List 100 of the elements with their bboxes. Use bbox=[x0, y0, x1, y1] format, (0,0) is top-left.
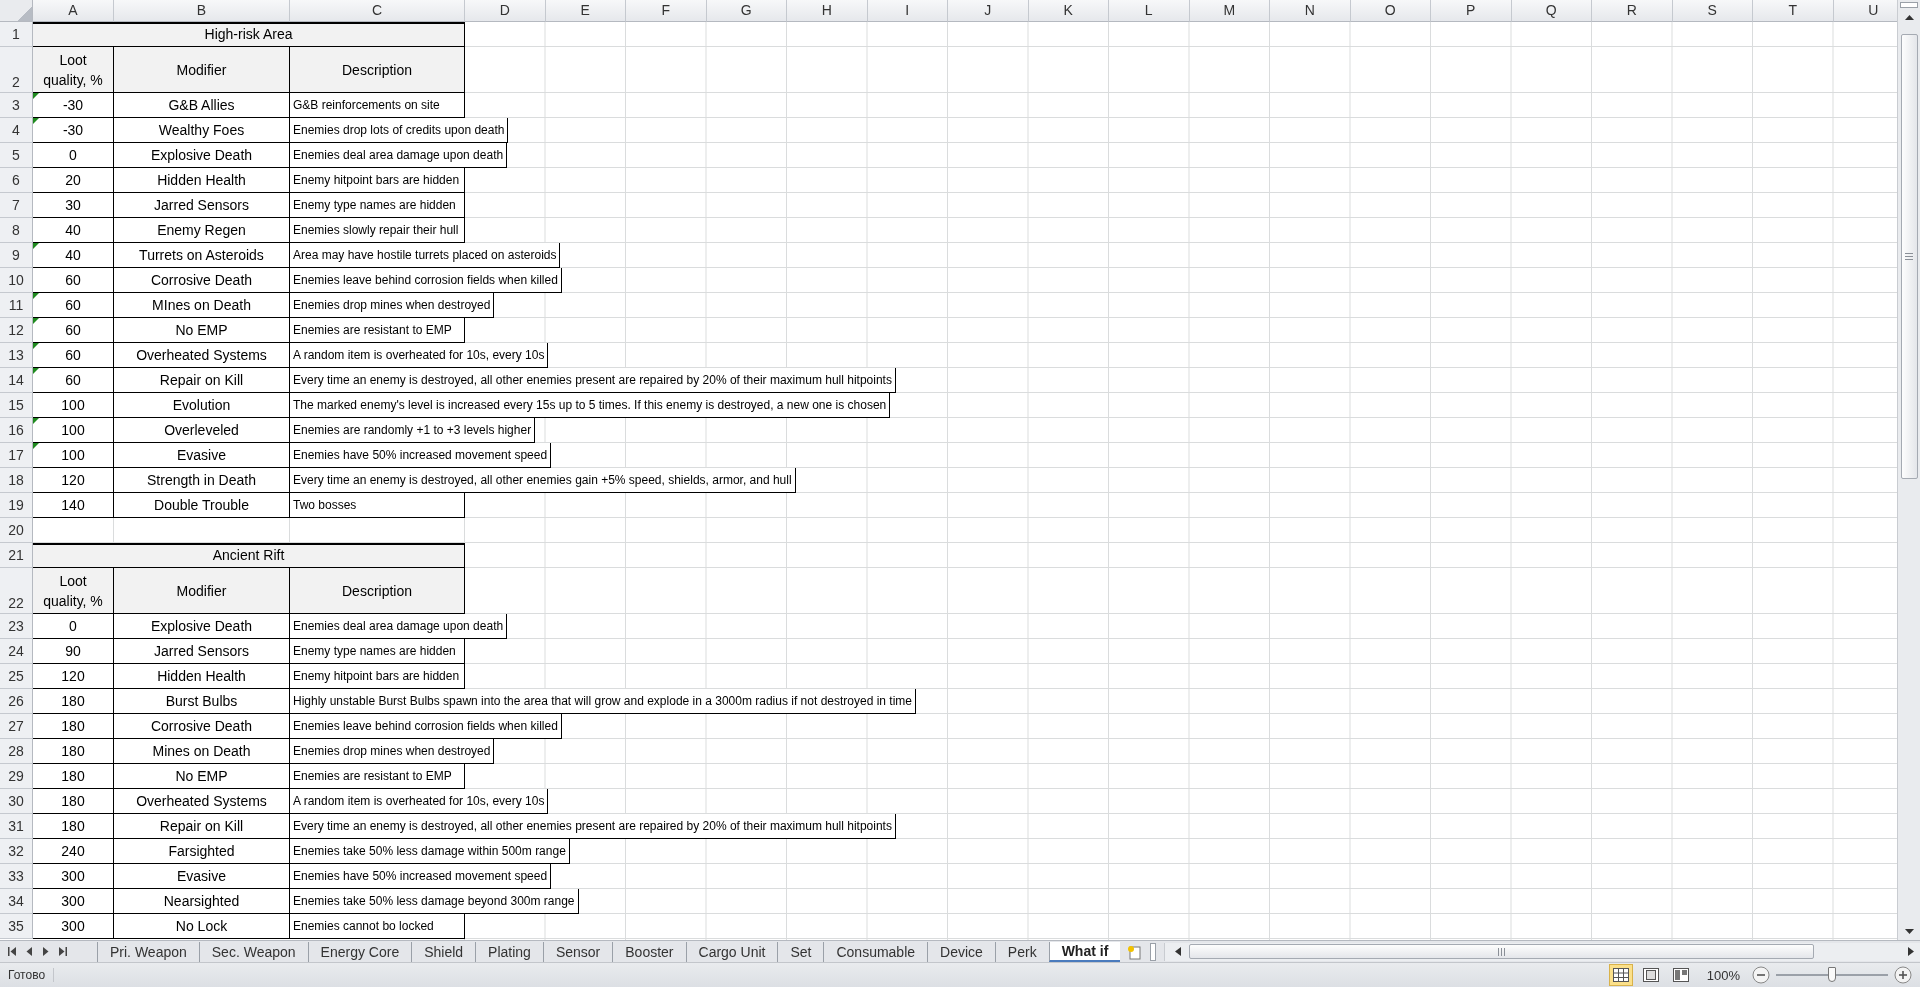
first-sheet-icon[interactable] bbox=[8, 947, 17, 956]
table-cell: 20 bbox=[33, 168, 114, 193]
column-header[interactable]: N bbox=[1270, 0, 1351, 22]
scrollbar-thumb[interactable] bbox=[1900, 34, 1918, 479]
column-header[interactable]: B bbox=[114, 0, 290, 22]
normal-view-button[interactable] bbox=[1608, 964, 1633, 986]
row-number[interactable]: 35 bbox=[0, 914, 33, 939]
column-header[interactable]: J bbox=[948, 0, 1029, 22]
vertical-scrollbar[interactable] bbox=[1897, 0, 1920, 940]
row-number[interactable]: 1 bbox=[0, 22, 33, 47]
table-cell: 60 bbox=[33, 268, 114, 293]
zoom-slider-thumb[interactable] bbox=[1828, 967, 1836, 982]
row-number[interactable]: 30 bbox=[0, 789, 33, 814]
row-number[interactable]: 28 bbox=[0, 739, 33, 764]
previous-sheet-icon[interactable] bbox=[26, 947, 33, 956]
horizontal-scrollbar[interactable] bbox=[1164, 942, 1920, 961]
row-number[interactable]: 2 bbox=[0, 47, 33, 93]
table-cell: Every time an enemy is destroyed, all other enemies present are repaired by 20% of their maximum hull hitpoints bbox=[290, 814, 896, 839]
table-cell: Enemies drop mines when destroyed bbox=[290, 739, 495, 764]
row-number[interactable]: 11 bbox=[0, 293, 33, 318]
row-number[interactable]: 12 bbox=[0, 318, 33, 343]
column-header[interactable]: C bbox=[290, 0, 465, 22]
row-number[interactable]: 5 bbox=[0, 143, 33, 168]
row-number[interactable]: 10 bbox=[0, 268, 33, 293]
table-cell: 0 bbox=[33, 143, 114, 168]
row-number[interactable]: 3 bbox=[0, 93, 33, 118]
scroll-left-icon[interactable] bbox=[1175, 947, 1182, 956]
column-heading: Loot quality, % bbox=[33, 47, 114, 93]
zoom-in-icon[interactable] bbox=[1894, 966, 1912, 984]
table-cell: Enemies are resistant to EMP bbox=[290, 318, 465, 343]
new-sheet-icon[interactable] bbox=[1126, 943, 1143, 960]
column-header[interactable]: M bbox=[1189, 0, 1270, 22]
table-cell: Enemies have 50% increased movement speed bbox=[290, 864, 552, 889]
table-cell: No EMP bbox=[114, 764, 290, 789]
column-header[interactable]: I bbox=[867, 0, 948, 22]
row-number[interactable]: 26 bbox=[0, 689, 33, 714]
column-header[interactable]: T bbox=[1753, 0, 1834, 22]
row-number[interactable]: 25 bbox=[0, 664, 33, 689]
row-number[interactable]: 29 bbox=[0, 764, 33, 789]
row-number[interactable]: 17 bbox=[0, 443, 33, 468]
sheet-tab[interactable]: What if bbox=[1048, 941, 1121, 962]
row-number[interactable]: 16 bbox=[0, 418, 33, 443]
split-handle[interactable] bbox=[1150, 942, 1157, 961]
table-cell: Evolution bbox=[114, 393, 290, 418]
next-sheet-icon[interactable] bbox=[42, 947, 49, 956]
column-header[interactable]: F bbox=[626, 0, 707, 22]
row-number[interactable]: 4 bbox=[0, 118, 33, 143]
row-number[interactable]: 21 bbox=[0, 543, 33, 568]
row-number[interactable]: 13 bbox=[0, 343, 33, 368]
column-header[interactable]: Q bbox=[1511, 0, 1592, 22]
row-number[interactable]: 19 bbox=[0, 493, 33, 518]
row-number[interactable]: 14 bbox=[0, 368, 33, 393]
row-number[interactable]: 23 bbox=[0, 614, 33, 639]
row-number[interactable]: 31 bbox=[0, 814, 33, 839]
row-number[interactable]: 33 bbox=[0, 864, 33, 889]
table-cell: Enemies take 50% less damage beyond 300m range bbox=[290, 889, 579, 914]
table-cell: 240 bbox=[33, 839, 114, 864]
row-number[interactable]: 8 bbox=[0, 218, 33, 243]
row-number[interactable]: 20 bbox=[0, 518, 33, 543]
row-number[interactable]: 32 bbox=[0, 839, 33, 864]
column-header[interactable]: P bbox=[1431, 0, 1512, 22]
zoom-out-icon[interactable] bbox=[1752, 966, 1770, 984]
zoom-level[interactable]: 100% bbox=[1706, 967, 1740, 983]
column-header[interactable]: D bbox=[465, 0, 546, 22]
table-cell: Jarred Sensors bbox=[114, 639, 290, 664]
table-cell: Enemy type names are hidden bbox=[290, 193, 465, 218]
table-cell: 90 bbox=[33, 639, 114, 664]
column-header[interactable]: U bbox=[1833, 0, 1897, 22]
table-cell: Corrosive Death bbox=[114, 268, 290, 293]
row-number[interactable]: 27 bbox=[0, 714, 33, 739]
row-number[interactable]: 6 bbox=[0, 168, 33, 193]
table-cell: Repair on Kill bbox=[114, 814, 290, 839]
scroll-right-icon[interactable] bbox=[1908, 947, 1914, 956]
table-cell: 40 bbox=[33, 218, 114, 243]
table-cell: Enemies have 50% increased movement speed bbox=[290, 443, 552, 468]
down-arrow-icon bbox=[1904, 928, 1914, 934]
column-header[interactable]: E bbox=[545, 0, 626, 22]
column-header[interactable]: R bbox=[1592, 0, 1673, 22]
column-header[interactable]: K bbox=[1028, 0, 1109, 22]
row-number[interactable]: 15 bbox=[0, 393, 33, 418]
table-cell: 100 bbox=[33, 393, 114, 418]
scrollbar-thumb[interactable] bbox=[1189, 944, 1815, 959]
column-header[interactable]: O bbox=[1350, 0, 1431, 22]
last-sheet-icon[interactable] bbox=[58, 947, 67, 956]
table-title: High-risk Area bbox=[33, 22, 465, 47]
split-handle[interactable] bbox=[1900, 2, 1918, 8]
row-number[interactable]: 7 bbox=[0, 193, 33, 218]
table-cell: 120 bbox=[33, 468, 114, 493]
column-header[interactable]: S bbox=[1672, 0, 1753, 22]
row-number[interactable]: 18 bbox=[0, 468, 33, 493]
column-header[interactable]: H bbox=[787, 0, 868, 22]
column-header[interactable]: A bbox=[33, 0, 114, 22]
row-number[interactable]: 9 bbox=[0, 243, 33, 268]
table-cell: Evasive bbox=[114, 864, 290, 889]
row-number[interactable]: 34 bbox=[0, 889, 33, 914]
row-number[interactable]: 22 bbox=[0, 568, 33, 614]
column-header[interactable]: G bbox=[706, 0, 787, 22]
row-number[interactable]: 24 bbox=[0, 639, 33, 664]
column-header[interactable]: L bbox=[1109, 0, 1190, 22]
table-cell: Double Trouble bbox=[114, 493, 290, 518]
